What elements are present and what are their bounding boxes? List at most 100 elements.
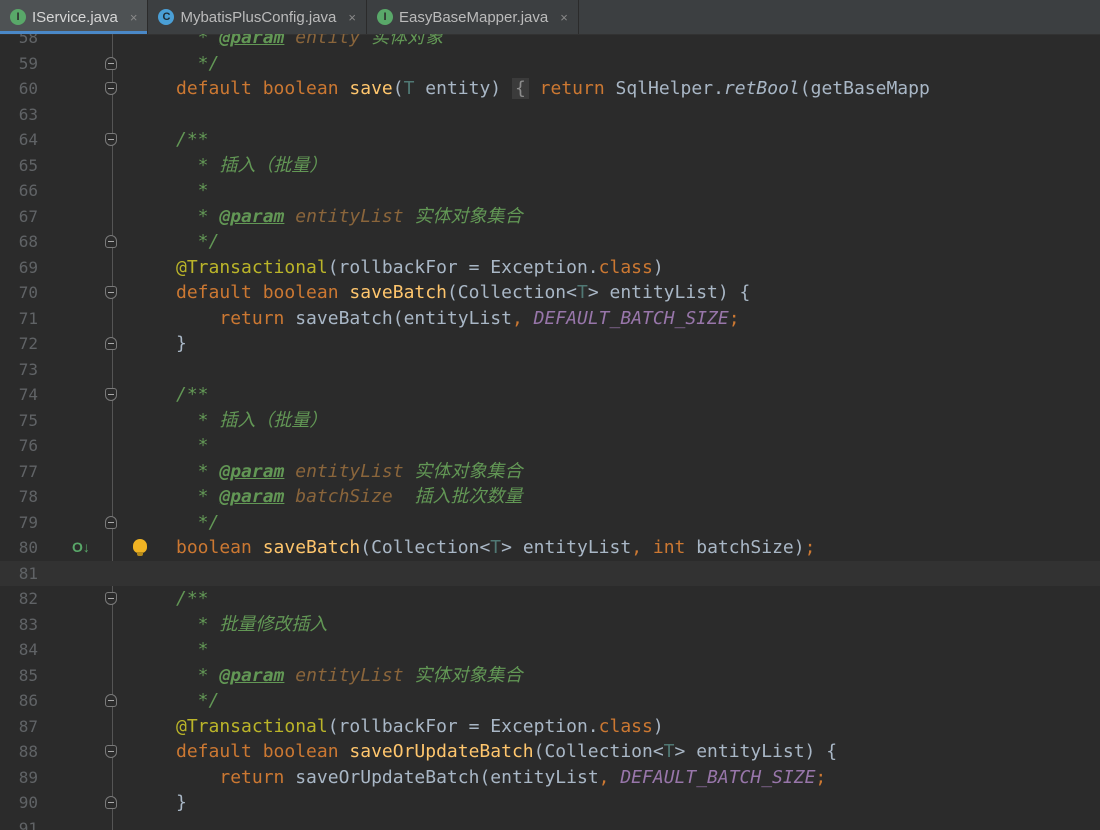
code-line[interactable]: 78 * @param batchSize 插入批次数量 <box>0 484 1100 510</box>
code-line[interactable]: 66 * <box>0 178 1100 204</box>
code-line[interactable]: 60 default boolean save(T entity) { retur… <box>0 76 1100 102</box>
code-line[interactable]: 59 */ <box>0 51 1100 77</box>
code-line[interactable]: 72} <box>0 331 1100 357</box>
token-doc: * <box>176 664 220 686</box>
line-number[interactable]: 90 <box>0 790 38 816</box>
code-line[interactable]: 82 /** <box>0 586 1100 612</box>
lightbulb-icon[interactable] <box>133 539 147 556</box>
line-number[interactable]: 73 <box>0 357 38 383</box>
fold-end-icon[interactable] <box>105 337 117 350</box>
fold-end-icon[interactable] <box>105 694 117 707</box>
code-line[interactable]: 69 @Transactional(rollbackFor = Exception… <box>0 255 1100 281</box>
token-foldbox[interactable]: { <box>511 78 529 99</box>
implemented-method-icon[interactable]: O↓ <box>72 535 90 561</box>
code-text: boolean saveBatch(Collection<T> entityLi… <box>176 535 815 561</box>
token-doc: * <box>176 435 209 456</box>
fold-end-icon[interactable] <box>105 56 117 70</box>
close-icon[interactable]: × <box>130 10 138 25</box>
tab-mybatisplusconfig-java[interactable]: C MybatisPlusConfig.java × <box>148 0 367 34</box>
line-number[interactable]: 91 <box>0 816 38 830</box>
token-plain: ) <box>652 715 664 737</box>
line-number[interactable]: 77 <box>0 459 38 485</box>
tab-easybasemapper-java[interactable]: I EasyBaseMapper.java × <box>367 0 579 34</box>
code-line[interactable]: 64 /** <box>0 127 1100 153</box>
code-text: } <box>176 331 187 357</box>
code-text: return saveOrUpdateBatch(entityList, DEF… <box>176 765 826 791</box>
code-line[interactable]: 71 return saveBatch(entityList, DEFAULT_… <box>0 306 1100 332</box>
line-number[interactable]: 88 <box>0 739 38 765</box>
code-line[interactable]: 86 */ <box>0 688 1100 714</box>
tab-iservice-java[interactable]: I IService.java × <box>0 0 149 34</box>
code-line[interactable]: 74 /** <box>0 382 1100 408</box>
code-line[interactable]: 87 @Transactional(rollbackFor = Exception… <box>0 714 1100 740</box>
code-line[interactable]: 68 */ <box>0 229 1100 255</box>
code-text: @Transactional(rollbackFor = Exception.c… <box>176 255 664 281</box>
code-line[interactable]: 91 <box>0 816 1100 830</box>
code-line[interactable]: 84 * <box>0 637 1100 663</box>
line-number[interactable]: 60 <box>0 76 38 102</box>
token-plain: batchSize) <box>696 537 805 558</box>
line-number[interactable]: 66 <box>0 178 38 204</box>
line-number[interactable]: 68 <box>0 229 38 255</box>
line-number[interactable]: 81 <box>0 561 38 587</box>
fold-end-icon[interactable] <box>105 235 117 248</box>
fold-end-icon[interactable] <box>105 515 117 529</box>
line-number[interactable]: 85 <box>0 663 38 689</box>
line-number[interactable]: 86 <box>0 688 38 714</box>
close-icon[interactable]: × <box>560 10 568 25</box>
close-icon[interactable]: × <box>348 10 356 25</box>
line-number[interactable]: 82 <box>0 586 38 612</box>
fold-start-icon[interactable] <box>105 388 117 401</box>
line-number[interactable]: 70 <box>0 280 38 306</box>
line-number[interactable]: 63 <box>0 102 38 128</box>
fold-start-icon[interactable] <box>105 286 117 299</box>
line-number[interactable]: 59 <box>0 51 38 77</box>
token-kw: default boolean <box>176 282 350 303</box>
line-number[interactable]: 84 <box>0 637 38 663</box>
line-number[interactable]: 87 <box>0 714 38 740</box>
code-line[interactable]: 80 O↓ boolean saveBatch(Collection<T> enti… <box>0 535 1100 561</box>
token-punct: , <box>511 307 534 329</box>
token-doc: */ <box>176 52 220 74</box>
token-plain: > entityList) { <box>674 741 838 762</box>
line-number[interactable]: 76 <box>0 433 38 459</box>
code-line[interactable]: 76 * <box>0 433 1100 459</box>
fold-start-icon[interactable] <box>105 133 117 146</box>
line-number[interactable]: 64 <box>0 127 38 153</box>
code-line[interactable]: 88 default boolean saveOrUpdateBatch(Coll… <box>0 739 1100 765</box>
line-number[interactable]: 58 <box>0 34 38 51</box>
line-number[interactable]: 71 <box>0 306 38 332</box>
code-line[interactable]: 89 return saveOrUpdateBatch(entityList, … <box>0 765 1100 791</box>
code-line[interactable]: 63 <box>0 102 1100 128</box>
line-number[interactable]: 67 <box>0 204 38 230</box>
fold-start-icon[interactable] <box>105 592 117 605</box>
code-line[interactable]: 77 * @param entityList 实体对象集合 <box>0 459 1100 485</box>
code-line[interactable]: 85 * @param entityList 实体对象集合 <box>0 663 1100 689</box>
line-number[interactable]: 89 <box>0 765 38 791</box>
code-editor[interactable]: 58 * @param entity 实体对象 59 */60 default bo… <box>0 34 1100 830</box>
code-line[interactable]: 79 */ <box>0 510 1100 536</box>
fold-start-icon[interactable] <box>105 82 117 95</box>
code-line[interactable]: 58 * @param entity 实体对象 <box>0 34 1100 51</box>
code-line[interactable]: 67 * @param entityList 实体对象集合 <box>0 204 1100 230</box>
fold-end-icon[interactable] <box>105 796 117 809</box>
code-line[interactable]: 81 <box>0 560 1100 587</box>
line-number[interactable]: 72 <box>0 331 38 357</box>
code-line[interactable]: 75 * 插入（批量） <box>0 408 1100 434</box>
code-line[interactable]: 65 * 插入（批量） <box>0 153 1100 179</box>
fold-start-icon[interactable] <box>105 745 117 758</box>
code-line[interactable]: 70 default boolean saveBatch(Collection<T… <box>0 280 1100 306</box>
code-line[interactable]: 83 * 批量修改插入 <box>0 612 1100 638</box>
line-number[interactable]: 83 <box>0 612 38 638</box>
line-number[interactable]: 75 <box>0 408 38 434</box>
line-number[interactable]: 78 <box>0 484 38 510</box>
line-number[interactable]: 69 <box>0 255 38 281</box>
code-line[interactable]: 90} <box>0 790 1100 816</box>
line-number[interactable]: 80 <box>0 535 38 561</box>
line-number[interactable]: 79 <box>0 510 38 536</box>
code-text: * @param entity 实体对象 <box>176 34 443 51</box>
line-number[interactable]: 65 <box>0 153 38 179</box>
code-line[interactable]: 73 <box>0 357 1100 383</box>
interface-icon: I <box>376 9 393 25</box>
line-number[interactable]: 74 <box>0 382 38 408</box>
